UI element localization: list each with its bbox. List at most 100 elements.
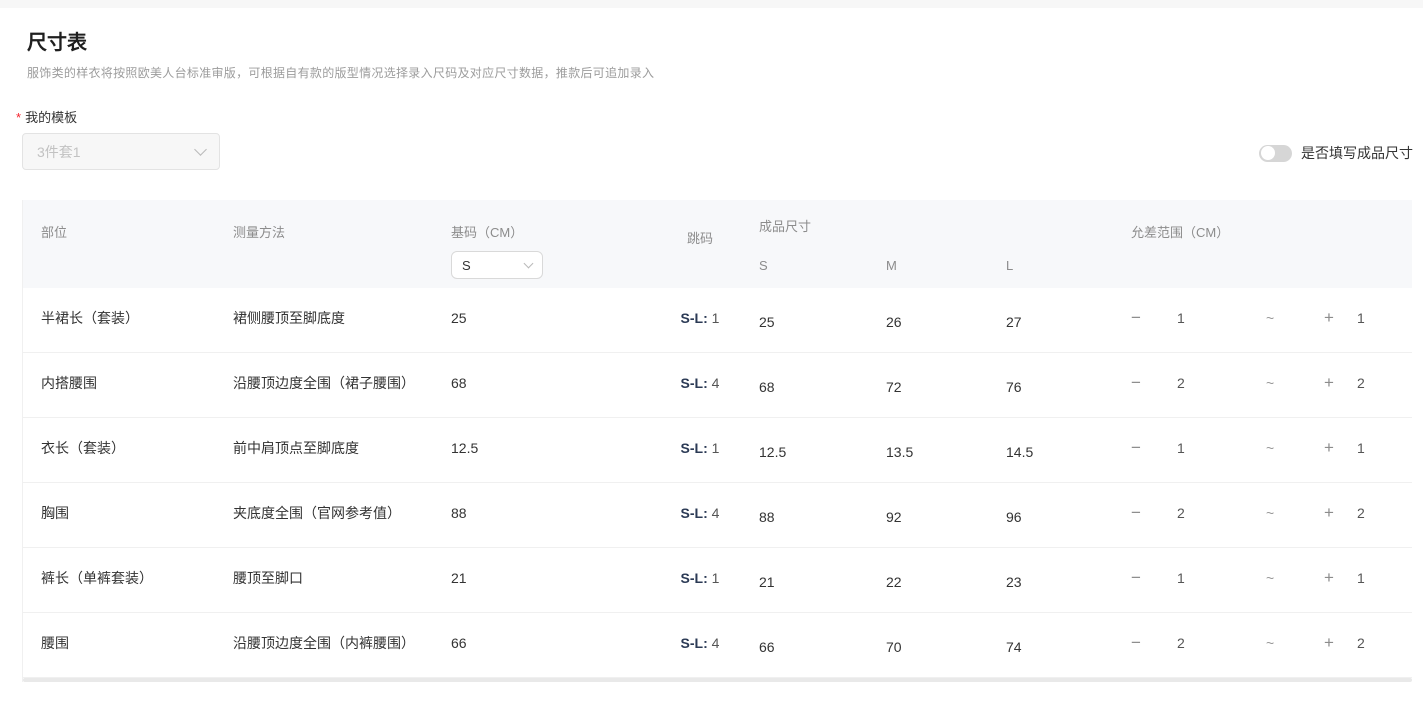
header-base-size: 基码（CM） S — [451, 200, 641, 288]
finished-size-toggle-label: 是否填写成品尺寸 — [1301, 143, 1413, 163]
table-header: 部位 测量方法 基码（CM） S 跳码 成品尺寸 允差范围（CM） S M L — [23, 200, 1412, 288]
size-l-value: 76 — [1006, 353, 1131, 417]
tilde-separator: ~ — [1266, 306, 1324, 330]
tolerance-plus-value: 1 — [1357, 436, 1365, 460]
base-size-select-value: S — [462, 258, 471, 273]
tolerance-minus-value: 2 — [1177, 371, 1266, 395]
size-m-value: 92 — [886, 483, 1006, 547]
header-part: 部位 — [23, 200, 233, 288]
part-name: 半裙长（套装） — [23, 288, 233, 352]
tilde-separator: ~ — [1266, 501, 1324, 525]
template-select[interactable]: 3件套1 — [22, 133, 220, 170]
skip-code-range: S-L: — [681, 375, 708, 391]
skip-code-cell: S-L: 4 — [641, 613, 759, 677]
size-l-value: 96 — [1006, 483, 1131, 547]
tolerance-minus-value: 1 — [1177, 566, 1266, 590]
top-divider — [0, 0, 1423, 8]
base-size-select[interactable]: S — [451, 251, 543, 279]
skip-code-range: S-L: — [681, 310, 708, 326]
page-description: 服饰类的样衣将按照欧美人台标准审版，可根据自有款的版型情况选择录入尺码及对应尺寸… — [27, 64, 654, 81]
toggle-knob — [1261, 146, 1275, 160]
minus-icon[interactable]: − — [1131, 371, 1177, 395]
header-size-columns: S M L — [759, 258, 1131, 273]
plus-icon[interactable]: + — [1324, 566, 1357, 590]
size-s-value: 88 — [759, 483, 886, 547]
plus-icon[interactable]: + — [1324, 501, 1357, 525]
header-size-s: S — [759, 258, 886, 273]
size-m-value: 70 — [886, 613, 1006, 677]
tolerance-minus-value: 2 — [1177, 631, 1266, 655]
part-name: 胸围 — [23, 483, 233, 547]
skip-code-range: S-L: — [681, 570, 708, 586]
size-s-value: 25 — [759, 288, 886, 352]
template-field-label: * 我的模板 — [16, 107, 77, 126]
finished-size-toggle[interactable] — [1259, 145, 1292, 162]
template-select-value: 3件套1 — [37, 142, 81, 162]
table-row: 内搭腰围 沿腰顶边度全围（裙子腰围） 68 S-L: 4 68 72 76 − … — [23, 353, 1412, 418]
base-size-value: 66 — [451, 613, 641, 677]
size-s-value: 68 — [759, 353, 886, 417]
skip-code-cell: S-L: 1 — [641, 548, 759, 612]
base-size-value: 88 — [451, 483, 641, 547]
skip-code-value: 1 — [712, 570, 720, 586]
size-chart-page: 尺寸表 服饰类的样衣将按照欧美人台标准审版，可根据自有款的版型情况选择录入尺码及… — [0, 0, 1423, 726]
table-row: 胸围 夹底度全围（官网参考值） 88 S-L: 4 88 92 96 − 2 ~… — [23, 483, 1412, 548]
table-row: 腰围 沿腰顶边度全围（内裤腰围） 66 S-L: 4 66 70 74 − 2 … — [23, 613, 1412, 678]
size-l-value: 14.5 — [1006, 418, 1131, 482]
size-m-value: 72 — [886, 353, 1006, 417]
measure-method: 沿腰顶边度全围（内裤腰围） — [233, 613, 433, 677]
tolerance-plus-value: 1 — [1357, 566, 1365, 590]
required-mark: * — [16, 110, 21, 125]
base-size-value: 25 — [451, 288, 641, 352]
chevron-down-icon — [194, 143, 207, 156]
horizontal-scrollbar[interactable] — [23, 678, 1412, 682]
size-s-value: 21 — [759, 548, 886, 612]
size-l-value: 27 — [1006, 288, 1131, 352]
plus-icon[interactable]: + — [1324, 436, 1357, 460]
measure-method: 腰顶至脚口 — [233, 548, 433, 612]
part-name: 内搭腰围 — [23, 353, 233, 417]
minus-icon[interactable]: − — [1131, 436, 1177, 460]
header-finished-size: 成品尺寸 — [759, 200, 1131, 288]
tolerance-cell: − 1 ~ + 1 — [1131, 288, 1412, 352]
finished-size-toggle-group: 是否填写成品尺寸 — [1259, 143, 1413, 163]
template-field-label-text: 我的模板 — [25, 110, 77, 125]
size-l-value: 23 — [1006, 548, 1131, 612]
size-m-value: 13.5 — [886, 418, 1006, 482]
tolerance-minus-value: 1 — [1177, 306, 1266, 330]
header-size-m: M — [886, 258, 1006, 273]
tolerance-cell: − 2 ~ + 2 — [1131, 613, 1412, 677]
size-l-value: 74 — [1006, 613, 1131, 677]
tolerance-minus-value: 2 — [1177, 501, 1266, 525]
size-table: 部位 测量方法 基码（CM） S 跳码 成品尺寸 允差范围（CM） S M L … — [22, 200, 1412, 682]
size-s-value: 12.5 — [759, 418, 886, 482]
plus-icon[interactable]: + — [1324, 631, 1357, 655]
size-s-value: 66 — [759, 613, 886, 677]
page-title: 尺寸表 — [27, 26, 87, 55]
header-method: 测量方法 — [233, 200, 451, 288]
part-name: 腰围 — [23, 613, 233, 677]
minus-icon[interactable]: − — [1131, 566, 1177, 590]
plus-icon[interactable]: + — [1324, 371, 1357, 395]
base-size-value: 21 — [451, 548, 641, 612]
header-tolerance: 允差范围（CM） — [1131, 200, 1412, 288]
tolerance-plus-value: 2 — [1357, 501, 1365, 525]
skip-code-range: S-L: — [681, 635, 708, 651]
skip-code-cell: S-L: 1 — [641, 288, 759, 352]
tolerance-plus-value: 2 — [1357, 631, 1365, 655]
table-row: 衣长（套装） 前中肩顶点至脚底度 12.5 S-L: 1 12.5 13.5 1… — [23, 418, 1412, 483]
table-row: 半裙长（套装） 裙侧腰顶至脚底度 25 S-L: 1 25 26 27 − 1 … — [23, 288, 1412, 353]
minus-icon[interactable]: − — [1131, 306, 1177, 330]
size-m-value: 26 — [886, 288, 1006, 352]
base-size-value: 12.5 — [451, 418, 641, 482]
measure-method: 裙侧腰顶至脚底度 — [233, 288, 433, 352]
minus-icon[interactable]: − — [1131, 631, 1177, 655]
header-size-l: L — [1006, 258, 1131, 273]
table-body: 半裙长（套装） 裙侧腰顶至脚底度 25 S-L: 1 25 26 27 − 1 … — [23, 288, 1412, 678]
minus-icon[interactable]: − — [1131, 501, 1177, 525]
measure-method: 沿腰顶边度全围（裙子腰围） — [233, 353, 433, 417]
plus-icon[interactable]: + — [1324, 306, 1357, 330]
skip-code-range: S-L: — [681, 505, 708, 521]
tilde-separator: ~ — [1266, 631, 1324, 655]
tolerance-minus-value: 1 — [1177, 436, 1266, 460]
